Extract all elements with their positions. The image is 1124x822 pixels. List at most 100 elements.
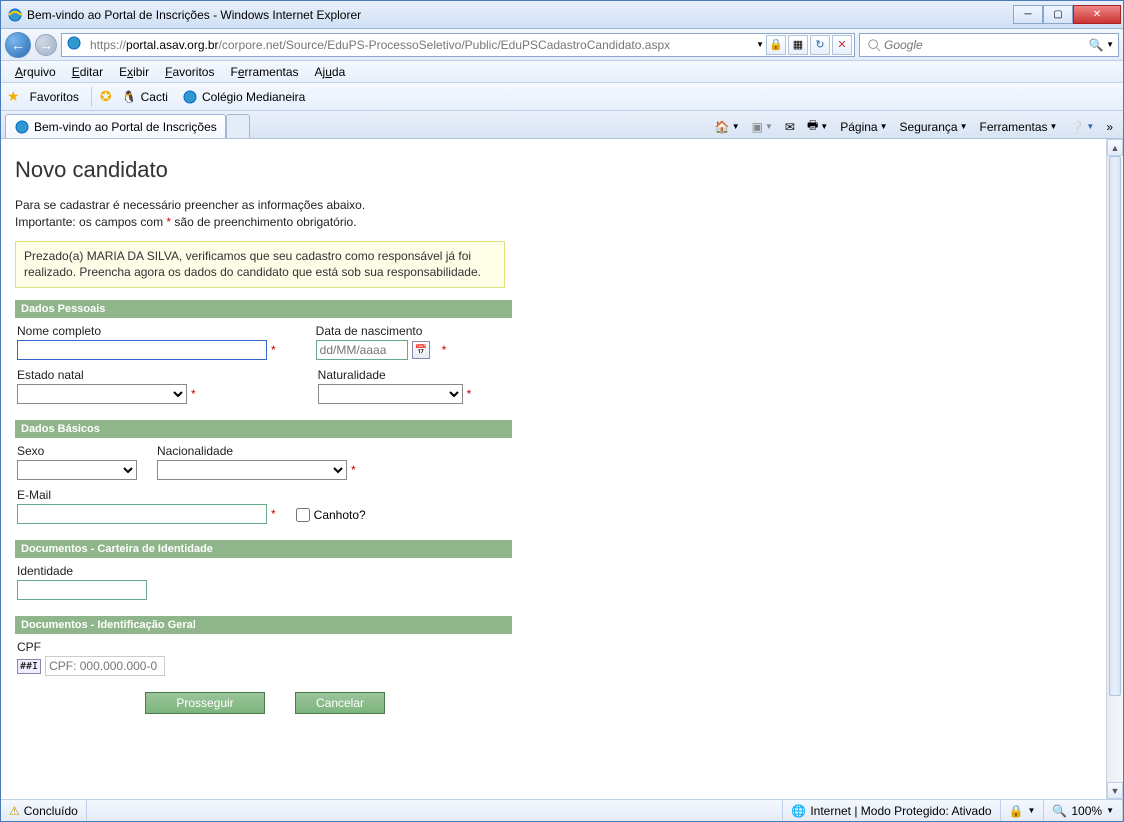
window-frame: Bem-vindo ao Portal de Inscrições - Wind… [0,0,1124,822]
input-identidade[interactable] [17,580,147,600]
section-header: Dados Pessoais [15,300,512,318]
required-star: * [191,387,196,401]
titlebar: Bem-vindo ao Portal de Inscrições - Wind… [1,1,1123,29]
menu-bar: Arquivo Editar Exibir Favoritos Ferramen… [1,61,1123,83]
page-body: Novo candidato Para se cadastrar é neces… [1,139,1106,799]
menu-arquivo[interactable]: Arquivo [7,63,64,81]
globe-icon: 🌐 [791,804,806,818]
field-canhoto: Canhoto? [296,506,366,524]
fav-cacti[interactable]: 🐧Cacti [118,88,172,106]
lock-icon[interactable]: 🔒 [766,35,786,55]
checkbox-canhoto[interactable] [296,508,310,522]
help-button[interactable]: ❔▼ [1065,118,1098,136]
stop-button[interactable]: ✕ [832,35,852,55]
fav-colegio[interactable]: Colégio Medianeira [178,87,309,107]
status-zoom[interactable]: 🔍100% ▼ [1044,800,1123,821]
minimize-button[interactable]: ─ [1013,5,1043,24]
label-naturalidade: Naturalidade [318,368,472,382]
section-doc-geral: Documentos - Identificação Geral CPF ##I [15,616,512,678]
field-sexo: Sexo [17,444,137,480]
refresh-button[interactable]: ↻ [810,35,830,55]
search-box[interactable]: 🔍 ▼ [859,33,1119,57]
command-bar: 🏠 ▼ ▣ ▼ ✉ 🖶 ▼ Página ▼ Segurança ▼ Ferra… [711,114,1117,139]
warning-icon: ⚠ [9,804,20,818]
menu-editar[interactable]: Editar [64,63,111,81]
home-button[interactable]: 🏠 ▼ [711,118,744,136]
input-cpf[interactable] [45,656,165,676]
required-star: * [271,343,276,357]
close-button[interactable]: ✕ [1073,5,1121,24]
content-area: Novo candidato Para se cadastrar é neces… [1,139,1123,799]
scroll-up-arrow[interactable]: ▲ [1107,139,1123,156]
required-star: * [442,343,447,357]
mask-icon: ##I [17,659,41,674]
input-nome[interactable] [17,340,267,360]
label-canhoto: Canhoto? [314,508,366,522]
suggested-icon[interactable]: ✪ [100,88,112,105]
window-title: Bem-vindo ao Portal de Inscrições - Wind… [27,8,1013,22]
star-icon[interactable]: ★ [7,88,20,105]
back-button[interactable]: ← [5,32,31,58]
menu-exibir[interactable]: Exibir [111,63,157,81]
label-estado: Estado natal [17,368,196,382]
prosseguir-button[interactable]: Prosseguir [145,692,265,714]
section-dados-pessoais: Dados Pessoais Nome completo * Data de n… [15,300,512,406]
tab-active[interactable]: Bem-vindo ao Portal de Inscrições [5,114,226,138]
search-provider-icon [864,35,884,55]
print-button[interactable]: 🖶 ▼ [803,114,832,139]
compat-icon[interactable]: ▦ [788,35,808,55]
menu-ferramentas[interactable]: Ferramentas [222,63,306,81]
new-tab-button[interactable] [226,114,250,138]
input-data[interactable] [316,340,408,360]
page-menu[interactable]: Página ▼ [836,118,891,136]
address-bar[interactable]: https://portal.asav.org.br/corpore.net/S… [61,33,855,57]
address-buttons: 🔒 ▦ ↻ ✕ [764,35,854,55]
field-identidade: Identidade [17,564,147,600]
nav-row: ← → https://portal.asav.org.br/corpore.n… [1,29,1123,61]
mail-button[interactable]: ✉ [781,118,799,136]
tools-menu[interactable]: Ferramentas ▼ [975,118,1061,136]
favorites-button[interactable]: Favoritos [26,88,83,106]
safety-menu[interactable]: Segurança ▼ [896,118,972,136]
select-sexo[interactable] [17,460,137,480]
select-nacionalidade[interactable] [157,460,347,480]
address-dropdown-icon[interactable]: ▼ [756,40,764,49]
maximize-button[interactable]: ▢ [1043,5,1073,24]
feeds-button[interactable]: ▣ ▼ [748,118,777,136]
favorites-bar: ★ Favoritos ✪ 🐧Cacti Colégio Medianeira [1,83,1123,111]
label-email: E-Mail [17,488,276,502]
scroll-down-arrow[interactable]: ▼ [1107,782,1123,799]
section-header: Dados Básicos [15,420,512,438]
ie-mini-icon [182,89,198,105]
cancelar-button[interactable]: Cancelar [295,692,385,714]
input-email[interactable] [17,504,267,524]
section-doc-identidade: Documentos - Carteira de Identidade Iden… [15,540,512,602]
notice-box: Prezado(a) MARIA DA SILVA, verificamos q… [15,241,505,289]
ie-page-icon [62,35,86,54]
button-row: Prosseguir Cancelar [15,692,512,714]
label-nacionalidade: Nacionalidade [157,444,356,458]
menu-favoritos[interactable]: Favoritos [157,63,222,81]
status-zone: 🌐Internet | Modo Protegido: Ativado [783,800,1000,821]
calendar-icon[interactable]: 📅 [412,341,430,359]
chevron-expand[interactable]: » [1102,118,1117,136]
menu-ajuda[interactable]: Ajuda [307,63,354,81]
address-text[interactable]: https://portal.asav.org.br/corpore.net/S… [86,36,756,54]
scroll-thumb[interactable] [1109,156,1121,696]
search-input[interactable] [884,38,1086,52]
label-nome: Nome completo [17,324,276,338]
forward-button[interactable]: → [35,34,57,56]
field-cpf: CPF ##I [17,640,165,676]
separator [91,87,92,107]
select-naturalidade[interactable] [318,384,463,404]
tab-title: Bem-vindo ao Portal de Inscrições [34,120,217,134]
status-protected-mode[interactable]: 🔒▼ [1001,800,1045,821]
vertical-scrollbar[interactable]: ▲ ▼ [1106,139,1123,799]
select-estado[interactable] [17,384,187,404]
field-naturalidade: Naturalidade * [318,368,472,404]
page-title: Novo candidato [15,157,1092,183]
label-cpf: CPF [17,640,165,654]
search-button[interactable]: 🔍 [1086,35,1106,55]
window-buttons: ─ ▢ ✕ [1013,5,1121,24]
search-dropdown-icon[interactable]: ▼ [1106,40,1114,49]
